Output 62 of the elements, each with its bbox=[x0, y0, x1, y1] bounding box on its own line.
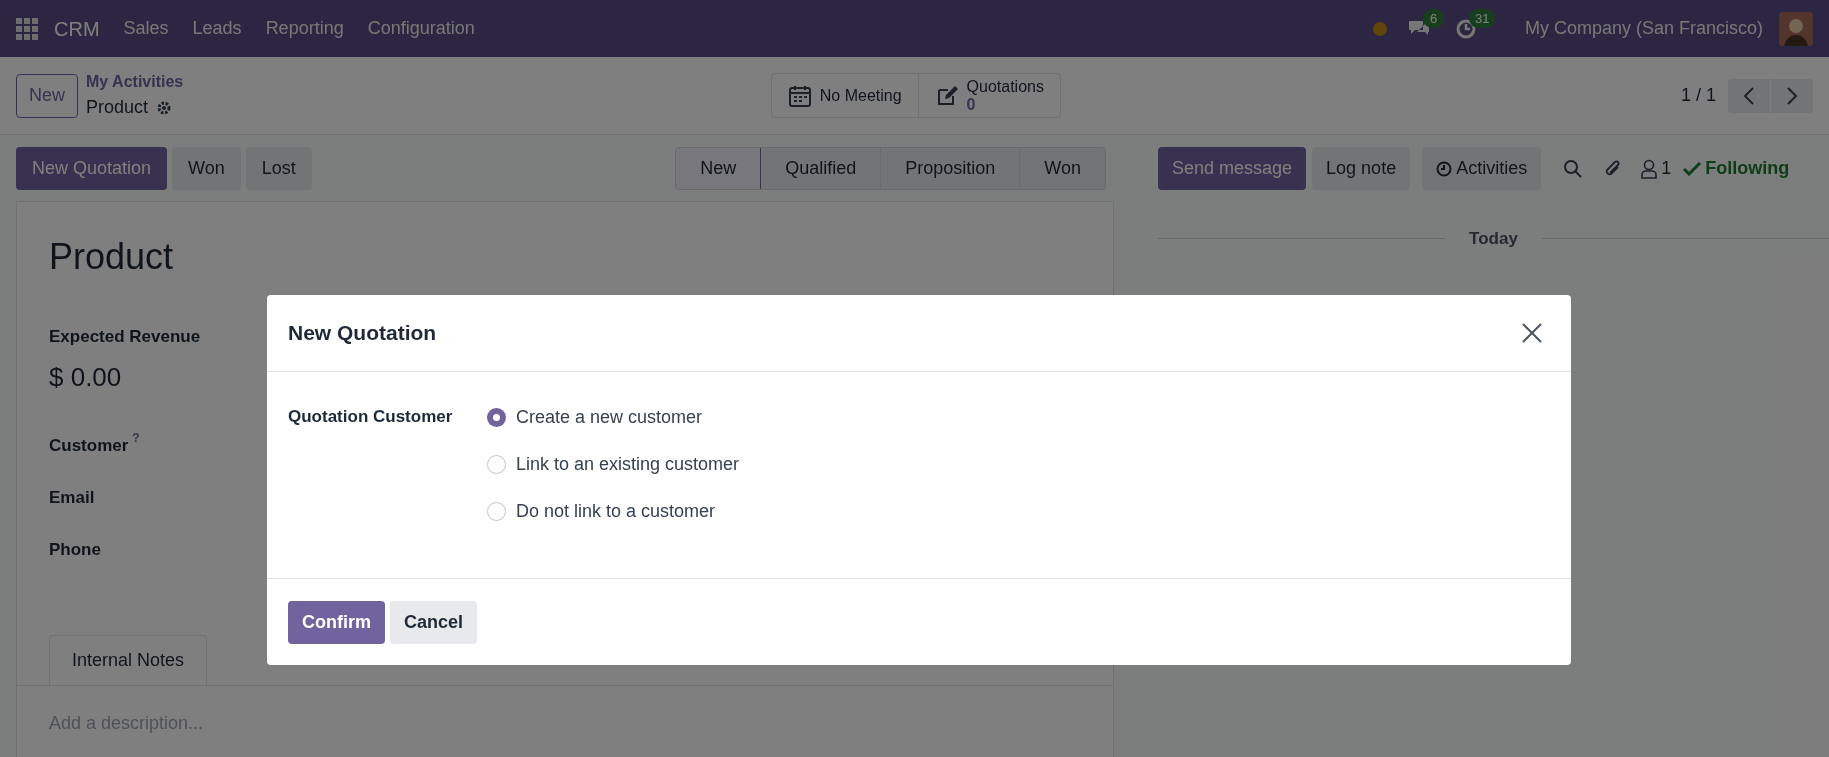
gear-icon[interactable] bbox=[156, 99, 173, 116]
action-button[interactable]: New Quotation bbox=[16, 147, 168, 190]
smart-button-count: 0 bbox=[966, 95, 977, 114]
calendar-icon bbox=[787, 83, 812, 108]
chatter-button[interactable]: Activities bbox=[1422, 147, 1542, 190]
chatter-button[interactable]: Send message bbox=[1158, 147, 1307, 190]
new-button[interactable]: New bbox=[16, 73, 78, 118]
pager-value: 1 / 1 bbox=[1680, 84, 1716, 107]
dialog-title: New Quotation bbox=[288, 320, 437, 347]
opportunity-title: Product bbox=[49, 235, 175, 279]
company-name[interactable]: My Company (San Francisco) bbox=[1524, 15, 1763, 42]
field-label: Email bbox=[49, 486, 95, 509]
clock-icon bbox=[1436, 160, 1453, 177]
radio-button[interactable] bbox=[487, 455, 506, 474]
next-button[interactable] bbox=[1771, 78, 1813, 113]
activity-count-badge: 31 bbox=[1468, 8, 1496, 28]
revenue-value: $ 0.00 bbox=[49, 360, 123, 394]
action-button[interactable]: Lost bbox=[245, 147, 312, 190]
app-name[interactable]: CRM bbox=[54, 13, 100, 44]
meeting-smart-button[interactable]: No Meeting bbox=[771, 74, 918, 117]
stage-step[interactable]: Proposition bbox=[881, 148, 1021, 189]
action-button[interactable]: Won bbox=[172, 147, 241, 190]
stage-step[interactable]: New bbox=[676, 148, 762, 189]
stage-step[interactable]: Won bbox=[1020, 148, 1105, 189]
dialog-button[interactable]: Confirm bbox=[288, 600, 385, 644]
radio-label[interactable]: Link to an existing customer bbox=[516, 451, 740, 478]
quotations-smart-button[interactable]: Quotations 0 bbox=[917, 74, 1060, 117]
followers-count[interactable]: 1 bbox=[1661, 155, 1672, 182]
field-label: Phone bbox=[49, 538, 101, 561]
menu-item[interactable]: Reporting bbox=[265, 15, 344, 42]
menu-item[interactable]: Configuration bbox=[367, 15, 475, 42]
smart-button-label: Quotations bbox=[966, 77, 1044, 96]
record-title: Product bbox=[86, 96, 149, 119]
chevron-right-icon bbox=[1786, 86, 1798, 105]
close-icon[interactable] bbox=[1522, 323, 1542, 343]
field-label: Expected Revenue bbox=[49, 326, 201, 348]
help-tooltip[interactable]: ? bbox=[132, 428, 140, 447]
menu-item[interactable]: Leads bbox=[192, 15, 242, 42]
field-label: Quotation Customer bbox=[288, 406, 454, 428]
smart-button-label: No Meeting bbox=[819, 86, 902, 105]
message-count-badge: 6 bbox=[1422, 8, 1445, 28]
stage-step[interactable]: Qualified bbox=[761, 148, 882, 189]
clock-icon[interactable] bbox=[1454, 17, 1477, 40]
radio-button[interactable] bbox=[487, 502, 506, 521]
breadcrumb-link[interactable]: My Activities bbox=[86, 70, 184, 94]
radio-label[interactable]: Do not link to a customer bbox=[516, 498, 716, 525]
avatar-icon[interactable] bbox=[1779, 11, 1813, 46]
field-label: Customer bbox=[49, 434, 129, 457]
dialog-button[interactable]: Cancel bbox=[390, 600, 478, 644]
date-separator: Today bbox=[1468, 228, 1519, 250]
radio-button[interactable] bbox=[487, 408, 506, 427]
chevron-left-icon bbox=[1743, 86, 1755, 105]
previous-button[interactable] bbox=[1728, 78, 1770, 113]
checkmark-icon bbox=[1683, 160, 1702, 177]
following-button[interactable]: Following bbox=[1705, 155, 1790, 182]
menu-item[interactable]: Sales bbox=[123, 15, 169, 42]
apps-menu-icon[interactable] bbox=[16, 17, 38, 40]
form-tab[interactable]: Internal Notes bbox=[49, 634, 208, 685]
chatter-button[interactable]: Log note bbox=[1312, 147, 1411, 190]
person-icon[interactable] bbox=[1641, 158, 1658, 179]
search-icon[interactable] bbox=[1563, 158, 1584, 179]
radio-label[interactable]: Create a new customer bbox=[516, 404, 703, 431]
